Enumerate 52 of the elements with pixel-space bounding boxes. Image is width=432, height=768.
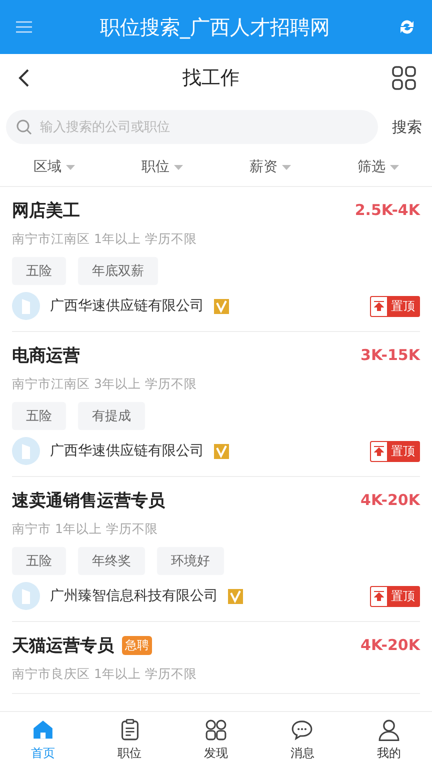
job-meta: 南宁市江南区 3年以上 学历不限 bbox=[12, 376, 198, 393]
benefit-tag: 年底双薪 bbox=[78, 257, 158, 285]
filter-dropdown[interactable]: 筛选 bbox=[352, 157, 404, 177]
tab-bar-item[interactable]: 职位 bbox=[86, 712, 173, 768]
pinned-badge: 置顶 bbox=[370, 440, 420, 462]
person-icon bbox=[376, 718, 401, 742]
job-title[interactable]: 速卖通销售运营专员 bbox=[12, 488, 165, 512]
job-meta: 南宁市良庆区 1年以上 学历不限 bbox=[12, 666, 198, 683]
benefit-tag: 有提成 bbox=[78, 402, 145, 430]
caret-icon bbox=[282, 164, 290, 170]
benefit-tag: 五险 bbox=[12, 402, 66, 430]
job-meta: 南宁市 1年以上 学历不限 bbox=[12, 521, 159, 538]
job-title[interactable]: 网店美工 bbox=[12, 198, 80, 222]
benefit-tag: 五险 bbox=[12, 547, 66, 575]
caret-icon bbox=[174, 164, 182, 170]
benefit-tag: 五险 bbox=[12, 257, 66, 285]
search-field[interactable]: 输入搜索的公司或职位 bbox=[6, 110, 378, 144]
benefit-tag: 环境好 bbox=[157, 547, 224, 575]
urgent-badge: 急聘 bbox=[122, 636, 152, 654]
filter-dropdown[interactable]: 薪资 bbox=[244, 157, 296, 177]
salary: 3K-15K bbox=[360, 346, 420, 364]
tab-bar-item[interactable]: 消息 bbox=[259, 712, 346, 768]
company-name[interactable]: 广西华速供应链有限公司 bbox=[50, 297, 204, 315]
benefit-tag: 年终奖 bbox=[78, 547, 145, 575]
filter-dropdown[interactable]: 职位 bbox=[136, 157, 188, 177]
grid-icon bbox=[204, 718, 228, 742]
pinned-badge: 置顶 bbox=[370, 586, 420, 606]
salary: 4K-20K bbox=[360, 636, 420, 654]
company-name[interactable]: 广州臻智信息科技有限公司 bbox=[50, 587, 218, 605]
company-logo-icon bbox=[12, 437, 40, 465]
search-button[interactable]: 搜索 bbox=[392, 118, 422, 136]
app-title: 职位搜索_广西人才招聘网 bbox=[99, 14, 331, 40]
tab-bar-item[interactable]: 我的 bbox=[346, 712, 432, 768]
job-title[interactable]: 电商运营 bbox=[12, 344, 80, 366]
salary: 2.5K-4K bbox=[354, 201, 420, 219]
salary: 4K-20K bbox=[360, 491, 420, 509]
tab-bar-item[interactable]: 发现 bbox=[172, 712, 260, 768]
caret-icon bbox=[390, 164, 398, 170]
grid-icon[interactable] bbox=[392, 66, 416, 90]
company-name[interactable]: 广西华速供应链有限公司 bbox=[50, 442, 204, 460]
search-icon bbox=[16, 119, 32, 135]
company-logo-icon bbox=[12, 292, 40, 320]
back-icon[interactable] bbox=[18, 69, 30, 87]
filter-dropdown[interactable]: 区域 bbox=[28, 157, 80, 177]
company-logo-icon bbox=[12, 582, 40, 610]
pinned-badge: 置顶 bbox=[370, 296, 420, 316]
job-title[interactable]: 天猫运营专员 bbox=[12, 634, 114, 656]
refresh-icon[interactable] bbox=[398, 18, 416, 36]
caret-icon bbox=[66, 164, 74, 170]
page-title: 找工作 bbox=[182, 66, 240, 91]
chat-icon bbox=[290, 718, 314, 742]
job-meta: 南宁市江南区 1年以上 学历不限 bbox=[12, 231, 198, 248]
